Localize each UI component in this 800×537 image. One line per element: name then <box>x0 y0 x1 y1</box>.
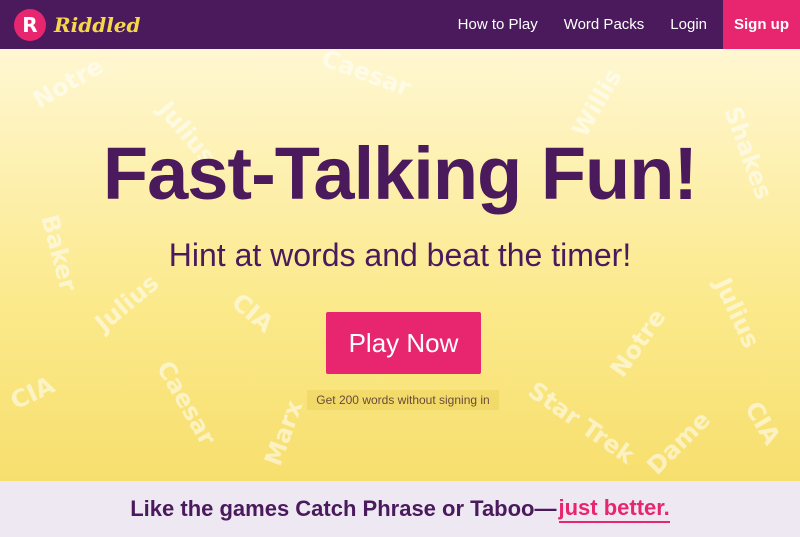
nav-link-how-to-play[interactable]: How to Play <box>445 0 551 49</box>
tagline-text: Like the games Catch Phrase or Taboo— <box>130 496 557 521</box>
hero-subline: Hint at words and beat the timer! <box>168 237 632 273</box>
tagline-link[interactable]: just better. <box>558 495 670 523</box>
logo-icon: R <box>14 8 46 41</box>
play-note: Get 200 words without signing in <box>307 390 499 410</box>
brand-logo[interactable]: R Riddled <box>14 0 141 49</box>
signup-button[interactable]: Sign up <box>723 0 800 49</box>
nav-link-word-packs[interactable]: Word Packs <box>551 0 658 49</box>
top-nav: R Riddled How to Play Word Packs Login S… <box>0 0 800 49</box>
hero-section: Notre Julius Caesar Willis Shakes Baker … <box>0 49 800 481</box>
tagline-bar: Like the games Catch Phrase or Taboo— ju… <box>0 481 800 537</box>
nav-link-login[interactable]: Login <box>657 0 720 49</box>
brand-name: Riddled <box>54 12 141 37</box>
nav-links: How to Play Word Packs Login Sign up <box>445 0 800 49</box>
hero-headline: Fast-Talking Fun! <box>102 132 698 215</box>
play-now-button[interactable]: Play Now <box>326 312 481 374</box>
